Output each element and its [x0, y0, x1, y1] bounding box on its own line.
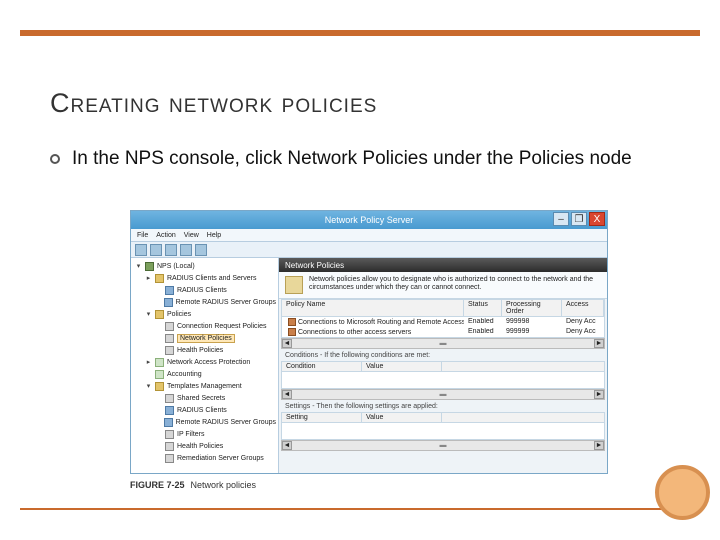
scroll-left-icon[interactable]: ◄ [282, 441, 292, 450]
tree-root[interactable]: ▾ NPS (Local) [133, 260, 276, 272]
figure-caption: FIGURE 7-25Network policies [130, 480, 256, 490]
settings-hscroll[interactable]: ◄ ▬ ► [281, 440, 605, 451]
window-titlebar: Network Policy Server – ❐ X [131, 211, 607, 229]
toolbar [131, 242, 607, 258]
help-icon[interactable] [195, 244, 207, 256]
maximize-button[interactable]: ❐ [571, 212, 587, 226]
col-status[interactable]: Status [464, 300, 502, 316]
folder-icon [165, 394, 174, 403]
folder-icon [155, 274, 164, 283]
folder-icon [165, 454, 174, 463]
close-button[interactable]: X [589, 212, 605, 226]
policies-grid: Policy Name Status Processing Order Acce… [281, 299, 605, 338]
tree-item[interactable]: IP Filters [133, 428, 276, 440]
col-policy-name[interactable]: Policy Name [282, 300, 464, 316]
tree-pane: ▾ NPS (Local) ▸RADIUS Clients and Server… [131, 258, 279, 473]
col-condition-value[interactable]: Value [362, 362, 442, 371]
menu-action[interactable]: Action [156, 232, 175, 239]
folder-icon [165, 346, 174, 355]
menu-view[interactable]: View [184, 232, 199, 239]
folder-icon [164, 418, 172, 427]
conditions-label: Conditions - If the following conditions… [279, 349, 607, 361]
conditions-hscroll[interactable]: ◄ ▬ ► [281, 389, 605, 400]
tree-item[interactable]: ▸RADIUS Clients and Servers [133, 272, 276, 284]
policy-row-icon [288, 328, 296, 336]
back-icon[interactable] [135, 244, 147, 256]
tree-item[interactable]: ▾Policies [133, 308, 276, 320]
refresh-icon[interactable] [165, 244, 177, 256]
folder-icon [165, 322, 174, 331]
content-description: Network policies allow you to designate … [309, 276, 601, 293]
decorative-circle [655, 465, 710, 520]
bullet-icon [50, 154, 60, 164]
tree-item[interactable]: ▸Network Access Protection [133, 356, 276, 368]
tree-item[interactable]: Accounting [133, 368, 276, 380]
window-title: Network Policy Server [325, 215, 414, 225]
col-access[interactable]: Access [562, 300, 604, 316]
tree-item[interactable]: Remote RADIUS Server Groups [133, 416, 276, 428]
folder-icon [155, 310, 164, 319]
tree-item[interactable]: RADIUS Clients [133, 404, 276, 416]
folder-icon [165, 430, 174, 439]
slide-title: Creating network policies [50, 88, 377, 119]
col-setting[interactable]: Setting [282, 413, 362, 422]
table-row[interactable]: Connections to Microsoft Routing and Rem… [282, 317, 604, 327]
content-header: Network Policies [279, 258, 607, 272]
tree-item[interactable]: Health Policies [133, 344, 276, 356]
export-icon[interactable] [180, 244, 192, 256]
menu-bar: File Action View Help [131, 229, 607, 242]
policy-row-icon [288, 318, 296, 326]
folder-icon [165, 406, 174, 415]
settings-label: Settings - Then the following settings a… [279, 400, 607, 412]
forward-icon[interactable] [150, 244, 162, 256]
scroll-right-icon[interactable]: ► [594, 339, 604, 348]
tree-item[interactable]: Connection Request Policies [133, 320, 276, 332]
tree-item[interactable]: Shared Secrets [133, 392, 276, 404]
tree-item[interactable]: Remote RADIUS Server Groups [133, 296, 276, 308]
folder-icon [165, 286, 174, 295]
conditions-grid: Condition Value [281, 361, 605, 389]
policy-icon [285, 276, 303, 294]
tree-item[interactable]: Network Policies [133, 332, 276, 344]
folder-icon [155, 382, 164, 391]
menu-file[interactable]: File [137, 232, 148, 239]
settings-grid: Setting Value [281, 412, 605, 440]
folder-icon [165, 442, 174, 451]
tree-item[interactable]: RADIUS Clients [133, 284, 276, 296]
folder-icon [164, 298, 172, 307]
col-condition[interactable]: Condition [282, 362, 362, 371]
nps-window: Network Policy Server – ❐ X File Action … [130, 210, 608, 474]
scroll-thumb[interactable]: ▬ [292, 390, 594, 399]
folder-icon [155, 358, 164, 367]
scroll-right-icon[interactable]: ► [594, 390, 604, 399]
bullet-text: In the NPS console, click Network Polici… [72, 148, 632, 170]
tree-item[interactable]: ▾Templates Management [133, 380, 276, 392]
scroll-right-icon[interactable]: ► [594, 441, 604, 450]
content-pane: Network Policies Network policies allow … [279, 258, 607, 473]
table-row[interactable]: Connections to other access serversEnabl… [282, 327, 604, 337]
col-order[interactable]: Processing Order [502, 300, 562, 316]
grid-hscroll[interactable]: ◄ ▬ ► [281, 338, 605, 349]
scroll-left-icon[interactable]: ◄ [282, 390, 292, 399]
scroll-left-icon[interactable]: ◄ [282, 339, 292, 348]
folder-icon [155, 370, 164, 379]
minimize-button[interactable]: – [553, 212, 569, 226]
tree-item[interactable]: Remediation Server Groups [133, 452, 276, 464]
menu-help[interactable]: Help [207, 232, 221, 239]
folder-icon [165, 334, 174, 343]
col-setting-value[interactable]: Value [362, 413, 442, 422]
scroll-thumb[interactable]: ▬ [292, 339, 594, 348]
tree-item[interactable]: Health Policies [133, 440, 276, 452]
scroll-thumb[interactable]: ▬ [292, 441, 594, 450]
